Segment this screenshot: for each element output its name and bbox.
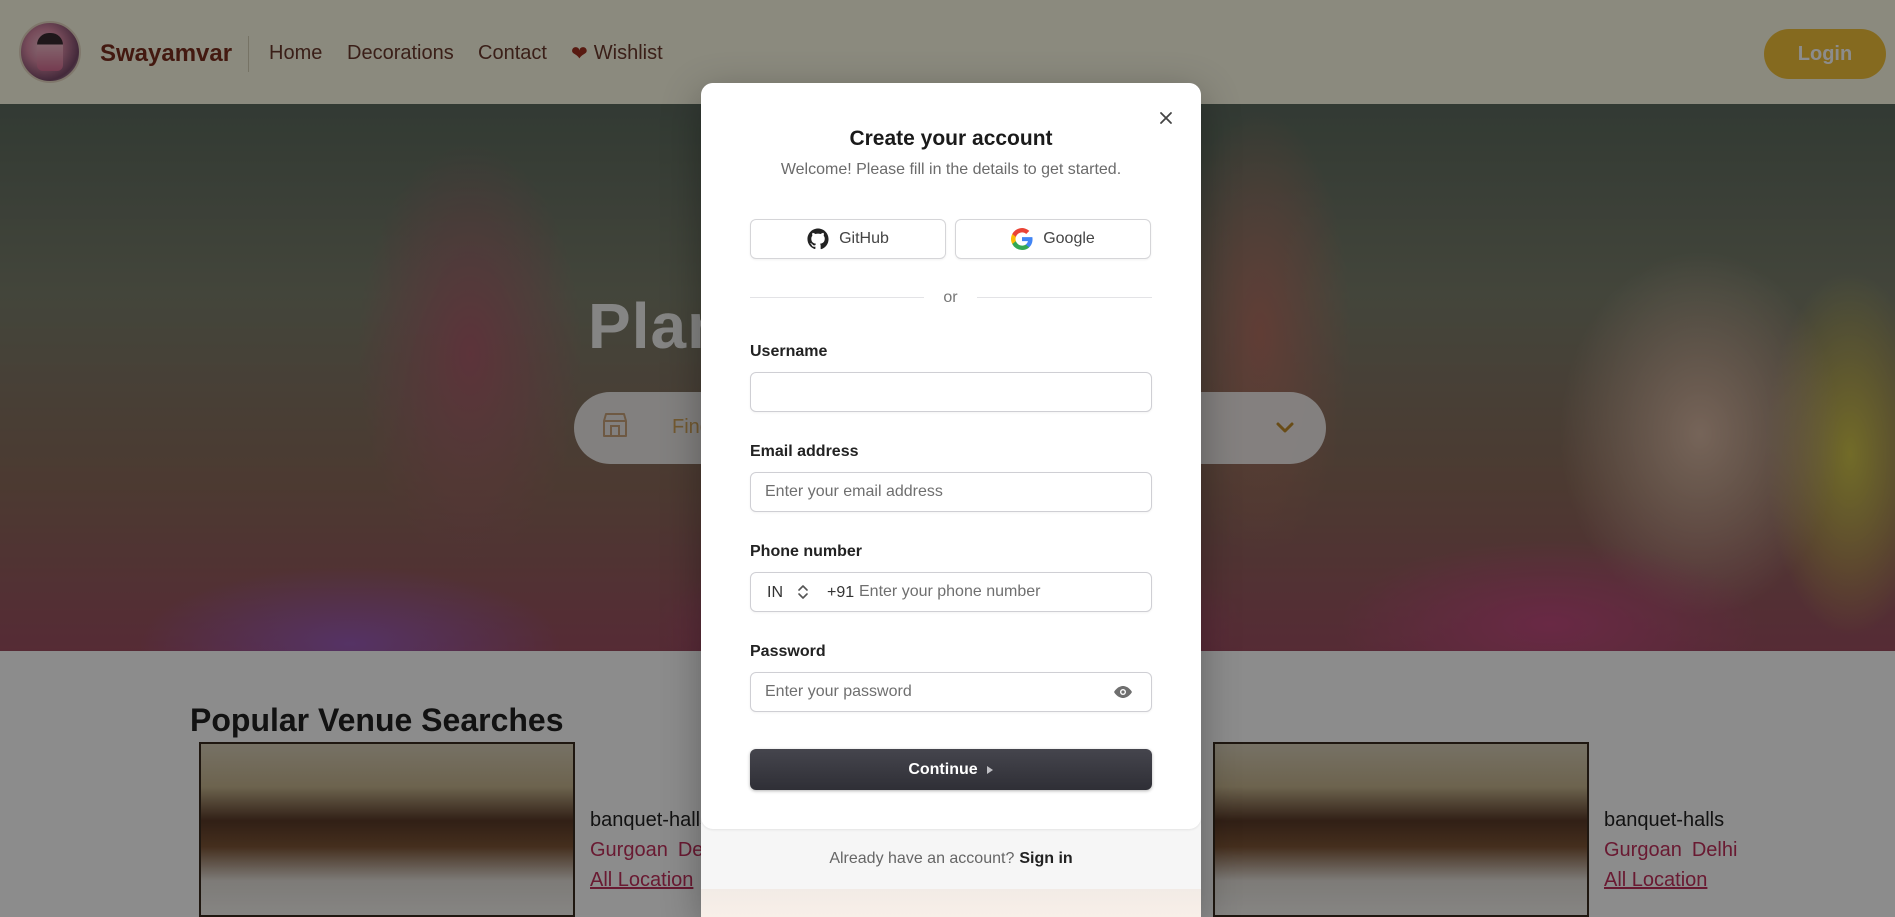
country-select[interactable]: IN xyxy=(767,584,783,602)
sign-in-link[interactable]: Sign in xyxy=(1019,850,1072,868)
caret-right-icon xyxy=(986,765,993,774)
divider-line xyxy=(750,297,924,298)
continue-button[interactable]: Continue xyxy=(750,749,1152,790)
signup-card: Create your account Welcome! Please fill… xyxy=(701,83,1201,829)
email-input[interactable] xyxy=(750,472,1152,512)
chevron-up-down-icon[interactable] xyxy=(796,583,810,601)
signup-modal: Create your account Welcome! Please fill… xyxy=(701,83,1201,917)
github-icon xyxy=(807,228,829,250)
username-input[interactable] xyxy=(750,372,1152,412)
modal-title: Create your account xyxy=(849,127,1053,150)
continue-label: Continue xyxy=(908,760,978,778)
password-input[interactable] xyxy=(750,672,1152,712)
divider-text: or xyxy=(943,289,958,306)
modal-footer: Already have an account? Sign in xyxy=(701,829,1201,889)
google-label: Google xyxy=(1043,230,1095,247)
github-label: GitHub xyxy=(839,230,889,247)
github-button[interactable]: GitHub xyxy=(750,219,946,259)
divider-line xyxy=(977,297,1152,298)
footer-text: Already have an account? xyxy=(829,850,1015,867)
google-icon xyxy=(1011,228,1033,250)
modal-subtitle: Welcome! Please fill in the details to g… xyxy=(780,161,1122,178)
eye-icon[interactable] xyxy=(1113,684,1133,700)
phone-label: Phone number xyxy=(750,543,863,560)
phone-input[interactable] xyxy=(859,577,1139,607)
phone-field: IN +91 xyxy=(750,572,1152,612)
google-button[interactable]: Google xyxy=(955,219,1151,259)
close-icon xyxy=(1160,112,1172,124)
email-label: Email address xyxy=(750,443,859,460)
password-label: Password xyxy=(750,643,826,660)
username-label: Username xyxy=(750,343,828,360)
dial-code: +91 xyxy=(827,584,855,601)
modal-bottom-band xyxy=(701,889,1201,917)
